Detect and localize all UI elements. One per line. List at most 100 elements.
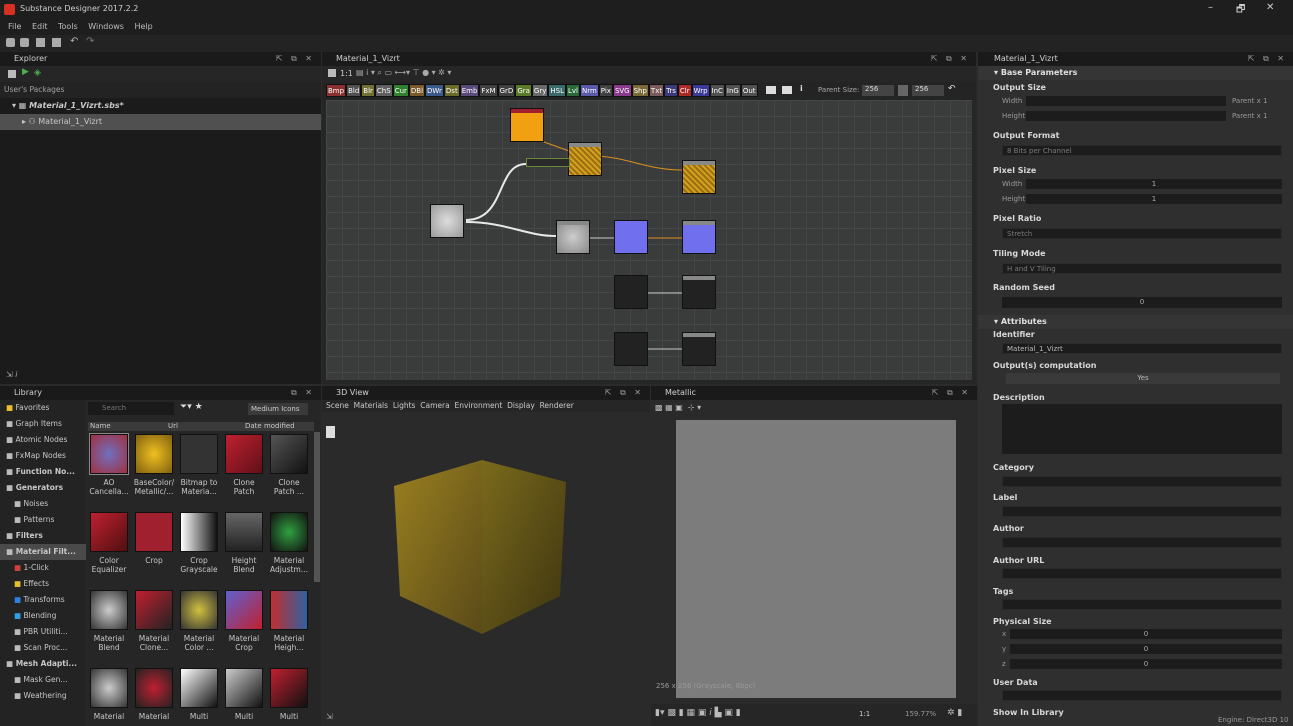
library-category-3[interactable]: ■ FxMap Nodes xyxy=(0,448,86,464)
zoom-label[interactable]: 1:1 xyxy=(340,69,353,78)
tiling-mode-dropdown[interactable]: H and V Tiling xyxy=(1002,263,1282,274)
panel-controls[interactable]: ⇱ ⧉ ✕ xyxy=(276,52,315,66)
library-category-11[interactable]: ■ Effects xyxy=(0,576,86,592)
atomic-chip-dwr[interactable]: DWr xyxy=(425,84,444,97)
undo-icon[interactable]: ↶ xyxy=(70,36,78,47)
library-category-7[interactable]: ■ Patterns xyxy=(0,512,86,528)
width-parent[interactable]: Parent x 1 xyxy=(1232,97,1267,105)
node-blend[interactable] xyxy=(568,142,602,176)
author-field[interactable] xyxy=(1002,537,1282,548)
node-output-basecolor[interactable] xyxy=(682,160,716,194)
node-normal[interactable] xyxy=(614,220,648,254)
menu-environment[interactable]: Environment xyxy=(454,401,502,410)
graph-tools-icon[interactable]: ▤ i ▾ ⌕ ▭ ⟷▾ ⊤ ● ▾ ✲ ▾ xyxy=(356,68,451,78)
atomic-chip-inc[interactable]: InC xyxy=(709,84,725,97)
atomic-chip-pix[interactable]: Pix xyxy=(598,84,613,97)
phys-y-slider[interactable]: 0 xyxy=(1010,644,1282,654)
height-slider[interactable] xyxy=(1026,111,1226,121)
atomic-chip-emb[interactable]: Emb xyxy=(459,84,480,97)
category-field[interactable] xyxy=(1002,476,1282,487)
channel-icons[interactable]: ▮▾ ▩ ▮ ▦ ▣ i ▙ ▣ ▮ xyxy=(655,708,741,718)
atomic-chip-gry[interactable]: Gry xyxy=(531,84,549,97)
atomic-chip-trs[interactable]: Trs xyxy=(664,84,678,97)
library-item-thumb[interactable] xyxy=(89,433,129,475)
atomic-chip-bmp[interactable]: Bmp xyxy=(326,84,347,97)
comment-icon[interactable] xyxy=(766,86,776,94)
new-icon[interactable] xyxy=(8,70,16,78)
menu-display[interactable]: Display xyxy=(507,401,535,410)
library-category-15[interactable]: ■ Scan Proc... xyxy=(0,640,86,656)
library-category-10[interactable]: ■ 1-Click xyxy=(0,560,86,576)
node-output-metallic[interactable] xyxy=(682,332,716,366)
library-item-thumb[interactable] xyxy=(270,434,308,474)
panel-controls[interactable]: ⧉ ✕ xyxy=(291,386,315,400)
menu-lights[interactable]: Lights xyxy=(393,401,416,410)
filter-icon[interactable]: ⏷▾ ★ xyxy=(180,402,203,412)
atomic-chip-chs[interactable]: ChS xyxy=(374,84,393,97)
graph-canvas[interactable] xyxy=(326,100,972,380)
atomic-chip-wrp[interactable]: Wrp xyxy=(691,84,710,97)
node-blur[interactable] xyxy=(556,220,590,254)
node-uniform-color[interactable] xyxy=(510,108,544,142)
library-search[interactable]: Search xyxy=(88,402,174,415)
node-output-normal[interactable] xyxy=(682,220,716,254)
library-item-thumb[interactable] xyxy=(180,668,218,708)
package-item[interactable]: ▾ ▦ Material_1_Vizrt.sbs* xyxy=(0,98,321,114)
library-item-thumb[interactable] xyxy=(90,668,128,708)
library-item-thumb[interactable] xyxy=(135,434,173,474)
height-parent[interactable]: Parent x 1 xyxy=(1232,112,1267,120)
library-category-8[interactable]: ■ Filters xyxy=(0,528,86,544)
zoom-value[interactable]: 159.77% xyxy=(905,710,936,718)
atomic-chip-hsl[interactable]: HSL xyxy=(548,84,566,97)
atomic-chip-cur[interactable]: Cur xyxy=(392,84,409,97)
panel-controls[interactable]: ⇱ ⧉ ✕ xyxy=(931,52,970,66)
panel-controls[interactable]: ⇱ ⧉ ✕ xyxy=(605,386,644,400)
library-item-thumb[interactable] xyxy=(270,668,308,708)
library-category-2[interactable]: ■ Atomic Nodes xyxy=(0,432,86,448)
library-category-18[interactable]: ■ Weathering xyxy=(0,688,86,704)
library-item-thumb[interactable] xyxy=(270,512,308,552)
library-scrollbar[interactable] xyxy=(314,432,320,582)
panel-controls[interactable]: ⇱ ⧉ ✕ xyxy=(1248,52,1287,66)
user-data-field[interactable] xyxy=(1002,690,1282,701)
close-button[interactable]: ✕ xyxy=(1266,2,1274,13)
reset-icon[interactable]: ↶ xyxy=(948,84,956,94)
atomic-chip-txt[interactable]: Txt xyxy=(648,84,665,97)
new-package-icon[interactable] xyxy=(6,38,15,47)
label-field[interactable] xyxy=(1002,506,1282,517)
library-category-6[interactable]: ■ Noises xyxy=(0,496,86,512)
library-category-0[interactable]: ■ Favorites xyxy=(0,400,86,416)
description-field[interactable] xyxy=(1002,404,1282,454)
atomic-chip-svg[interactable]: SVG xyxy=(612,84,632,97)
atomic-chip-blr[interactable]: Blr xyxy=(361,84,375,97)
menu-camera[interactable]: Camera xyxy=(420,401,449,410)
menu-edit[interactable]: Edit xyxy=(32,19,48,35)
library-item-thumb[interactable] xyxy=(135,590,173,630)
minimize-button[interactable]: – xyxy=(1208,2,1213,13)
outputs-computation-dropdown[interactable]: Yes xyxy=(1006,373,1280,384)
save-icon[interactable] xyxy=(36,38,45,47)
library-item-thumb[interactable] xyxy=(225,434,263,474)
link-icon[interactable] xyxy=(898,85,908,96)
atomic-chip-shp[interactable]: Shp xyxy=(631,84,649,97)
width-slider[interactable] xyxy=(1026,96,1226,106)
play-icon[interactable]: ▶ xyxy=(22,67,29,77)
library-item-thumb[interactable] xyxy=(225,512,263,552)
col-name[interactable]: Name xyxy=(90,422,111,431)
random-seed-slider[interactable]: 0 xyxy=(1002,297,1282,308)
library-item-thumb[interactable] xyxy=(90,590,128,630)
atomic-chip-lvl[interactable]: Lvl xyxy=(565,84,580,97)
node-levels[interactable] xyxy=(526,158,570,167)
library-category-12[interactable]: ■ Transforms xyxy=(0,592,86,608)
library-category-17[interactable]: ■ Mask Gen... xyxy=(0,672,86,688)
atomic-chip-dbl[interactable]: DBl xyxy=(408,84,426,97)
node-uniform-metallic[interactable] xyxy=(614,332,648,366)
settings-icon[interactable]: ✲ ▮ xyxy=(947,708,962,718)
atomic-chip-clr[interactable]: Clr xyxy=(677,84,692,97)
library-item-thumb[interactable] xyxy=(225,668,263,708)
library-item-thumb[interactable] xyxy=(270,590,308,630)
library-item-thumb[interactable] xyxy=(180,434,218,474)
fit-icon[interactable] xyxy=(328,69,336,77)
library-item-thumb[interactable] xyxy=(90,512,128,552)
view-mode-dropdown[interactable]: Medium Icons xyxy=(248,403,308,415)
